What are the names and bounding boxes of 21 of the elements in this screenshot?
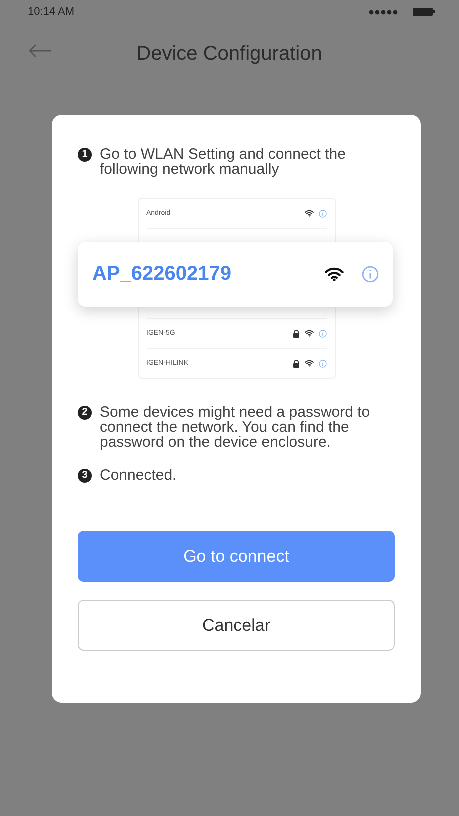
back-arrow-icon[interactable] [28,44,52,58]
wifi-icon [304,210,314,217]
step-text: Some devices might need a password to connect the network. You can find the password on the device enclosure. [100,405,372,450]
cancel-button[interactable]: Cancelar [78,600,395,651]
info-icon[interactable] [318,330,326,338]
wifi-icon [304,330,314,337]
wifi-icon [324,267,344,282]
network-name: AP_622602179 [92,263,232,286]
step-number: 1 [78,148,92,162]
step-text: Go to WLAN Setting and connect the following network manually [100,147,347,177]
step-number: 3 [78,469,92,483]
wifi-icon [304,360,314,367]
status-time: 10:14 AM [28,6,74,18]
page-title: Device Configuration [136,42,322,66]
info-icon[interactable] [318,360,326,368]
step-number: 2 [78,406,92,420]
info-icon[interactable] [362,266,378,283]
signal-icon [369,10,399,14]
battery-icon [413,8,435,16]
step-text: Connected. [100,468,177,483]
info-icon[interactable] [318,210,326,218]
